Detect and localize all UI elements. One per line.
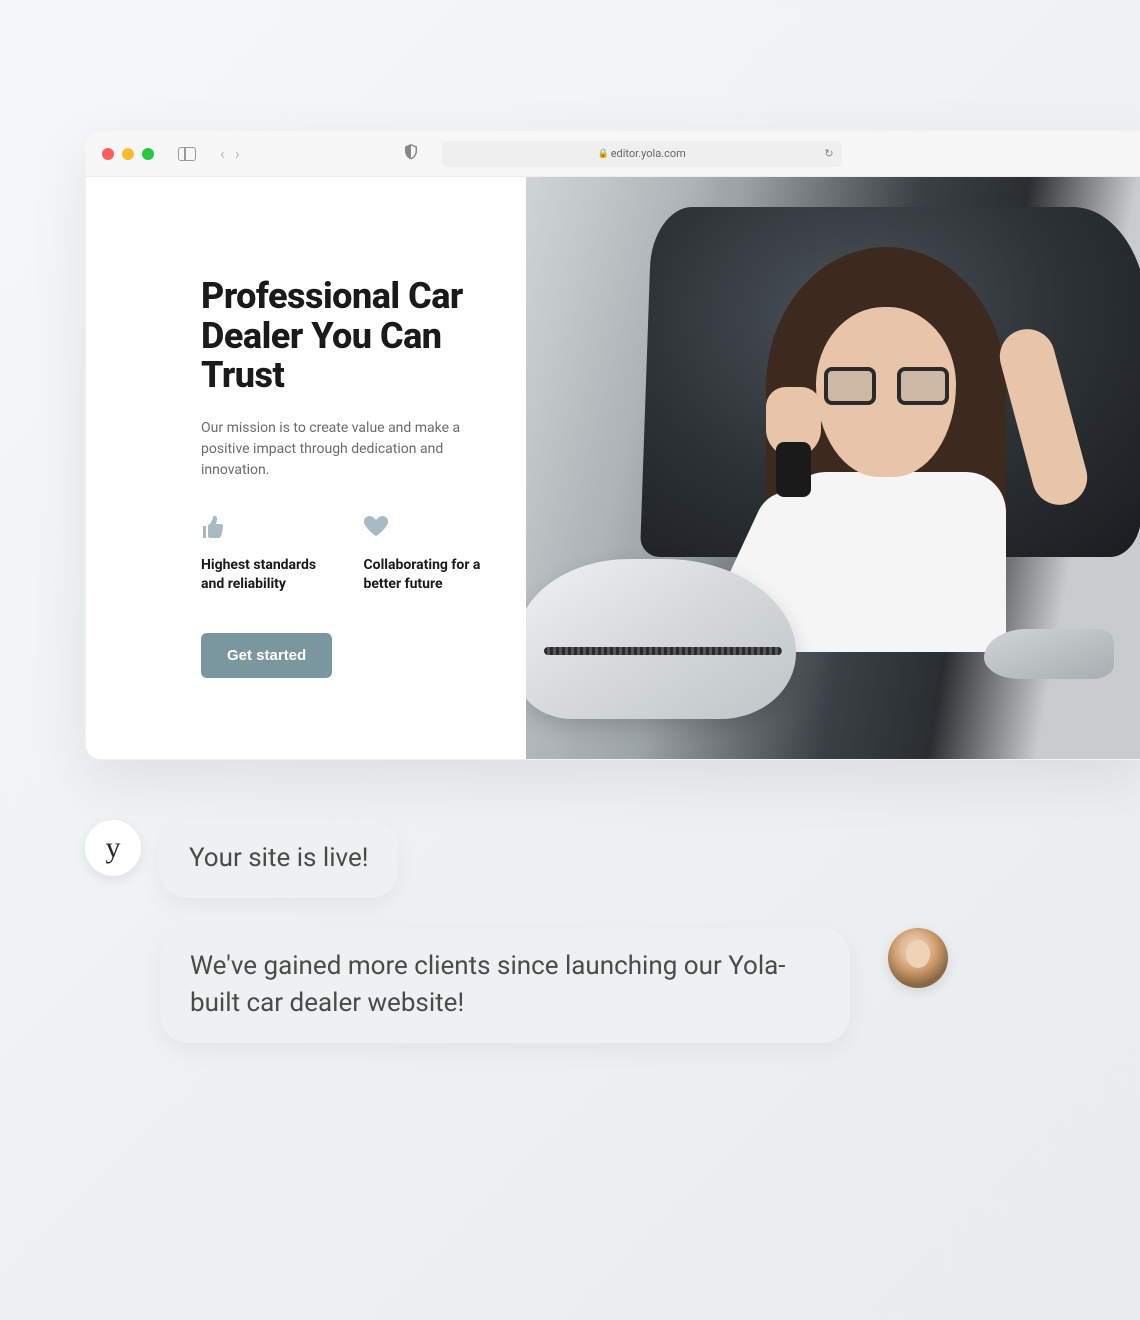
refresh-icon[interactable]: ↻: [824, 147, 833, 160]
hero-title: Professional Car Dealer You Can Trust: [201, 277, 486, 396]
thumbs-up-icon: [201, 516, 324, 538]
traffic-lights: [102, 148, 154, 160]
browser-window: ‹ › 🔒 editor.yola.com ↻ Professional Car…: [85, 130, 1140, 760]
chat-bubble: Your site is live!: [159, 820, 398, 898]
feature-text: Highest standards and reliability: [201, 556, 324, 595]
address-bar[interactable]: 🔒 editor.yola.com ↻: [442, 141, 842, 167]
sidebar-toggle-icon[interactable]: [178, 147, 196, 161]
feature-standards: Highest standards and reliability: [201, 516, 324, 595]
feature-collaborating: Collaborating for a better future: [364, 516, 487, 595]
lock-icon: 🔒: [597, 149, 608, 159]
minimize-window-button[interactable]: [122, 148, 134, 160]
privacy-shield-icon[interactable]: [404, 144, 418, 164]
maximize-window-button[interactable]: [142, 148, 154, 160]
hero-image: [526, 177, 1140, 759]
close-window-button[interactable]: [102, 148, 114, 160]
nav-forward-button[interactable]: ›: [235, 144, 240, 163]
user-avatar: [888, 928, 948, 988]
feature-text: Collaborating for a better future: [364, 556, 487, 595]
chat-area: y Your site is live! We've gained more c…: [85, 820, 1100, 1073]
chat-message-brand: y Your site is live!: [85, 820, 1100, 898]
brand-avatar-letter: y: [106, 831, 121, 865]
page-content: Professional Car Dealer You Can Trust Ou…: [86, 177, 1140, 759]
features-row: Highest standards and reliability Collab…: [201, 516, 486, 595]
chat-bubble: We've gained more clients since launchin…: [160, 928, 850, 1043]
address-bar-url: editor.yola.com: [611, 147, 686, 160]
nav-back-button[interactable]: ‹: [220, 144, 225, 163]
get-started-button[interactable]: Get started: [201, 633, 332, 678]
brand-avatar: y: [85, 820, 141, 876]
hero-subtitle: Our mission is to create value and make …: [201, 418, 486, 481]
chat-message-user: We've gained more clients since launchin…: [160, 928, 1100, 1043]
hero-left-panel: Professional Car Dealer You Can Trust Ou…: [86, 177, 526, 759]
heart-icon: [364, 516, 487, 538]
browser-chrome: ‹ › 🔒 editor.yola.com ↻: [86, 131, 1140, 177]
